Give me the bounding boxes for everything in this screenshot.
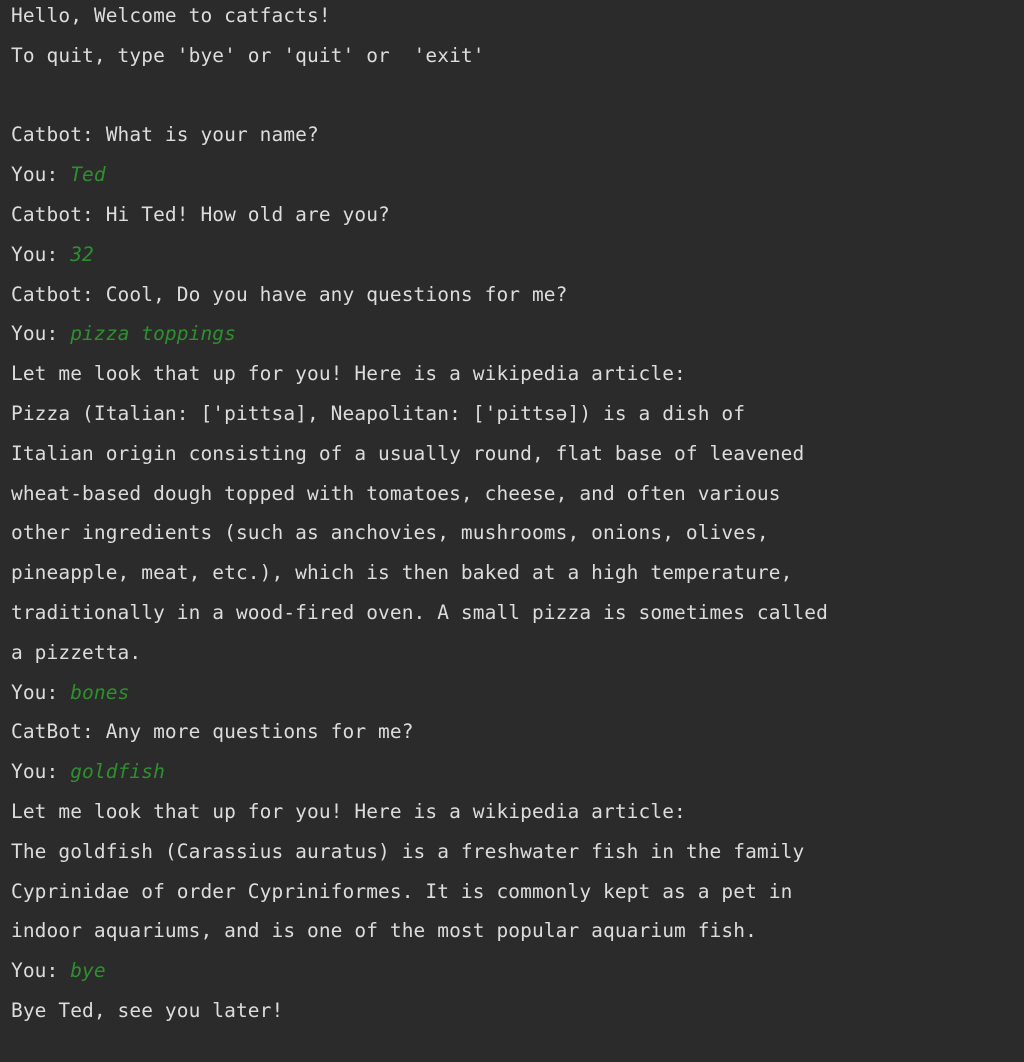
output-line: Cyprinidae of order Cypriniformes. It is… — [11, 879, 793, 903]
you-prompt: You: — [11, 163, 71, 187]
output-line: Italian origin consisting of a usually r… — [11, 441, 805, 465]
output-line: Hello, Welcome to catfacts! — [11, 4, 331, 27]
output-line: The goldfish (Carassius auratus) is a fr… — [11, 839, 805, 863]
you-prompt: You: — [11, 760, 71, 784]
output-line: Let me look that up for you! Here is a w… — [11, 362, 686, 386]
output-line: traditionally in a wood-fired oven. A sm… — [11, 600, 828, 624]
user-input-line: You: pizza toppings — [11, 318, 1024, 358]
user-input-text: Ted — [70, 163, 106, 187]
you-prompt: You: — [11, 680, 71, 704]
output-line: pineapple, meat, etc.), which is then ba… — [11, 561, 793, 585]
you-prompt: You: — [11, 322, 71, 346]
output-line: other ingredients (such as anchovies, mu… — [11, 521, 769, 545]
output-line: To quit, type 'bye' or 'quit' or 'exit' — [11, 43, 485, 67]
output-line: CatBot: Any more questions for me? — [11, 720, 414, 744]
user-input-text: 32 — [70, 242, 94, 266]
output-line: Pizza (Italian: ['pittsa], Neapolitan: [… — [11, 401, 746, 425]
output-line: Catbot: What is your name? — [11, 123, 319, 147]
output-line: a pizzetta. — [11, 640, 142, 664]
user-input-text: bones — [70, 680, 130, 704]
user-input-text: goldfish — [70, 760, 165, 784]
you-prompt: You: — [11, 242, 71, 266]
user-input-text: bye — [70, 959, 106, 983]
you-prompt: You: — [11, 959, 71, 983]
user-input-line: You: 32 — [11, 239, 1024, 279]
user-input-line: You: bye — [11, 955, 1024, 995]
user-input-text: pizza toppings — [70, 322, 236, 346]
output-line: Catbot: Cool, Do you have any questions … — [11, 282, 568, 306]
user-input-line: You: Ted — [11, 159, 1024, 199]
output-line: wheat-based dough topped with tomatoes, … — [11, 481, 781, 505]
output-line: Bye Ted, see you later! — [11, 998, 284, 1022]
output-line: Catbot: Hi Ted! How old are you? — [11, 202, 390, 226]
output-line: indoor aquariums, and is one of the most… — [11, 919, 757, 943]
console-output[interactable]: Hello, Welcome to catfacts! To quit, type… — [0, 0, 1024, 1062]
user-input-line: You: bones — [11, 677, 1024, 717]
output-line: Let me look that up for you! Here is a w… — [11, 799, 686, 823]
user-input-line: You: goldfish — [11, 756, 1024, 796]
